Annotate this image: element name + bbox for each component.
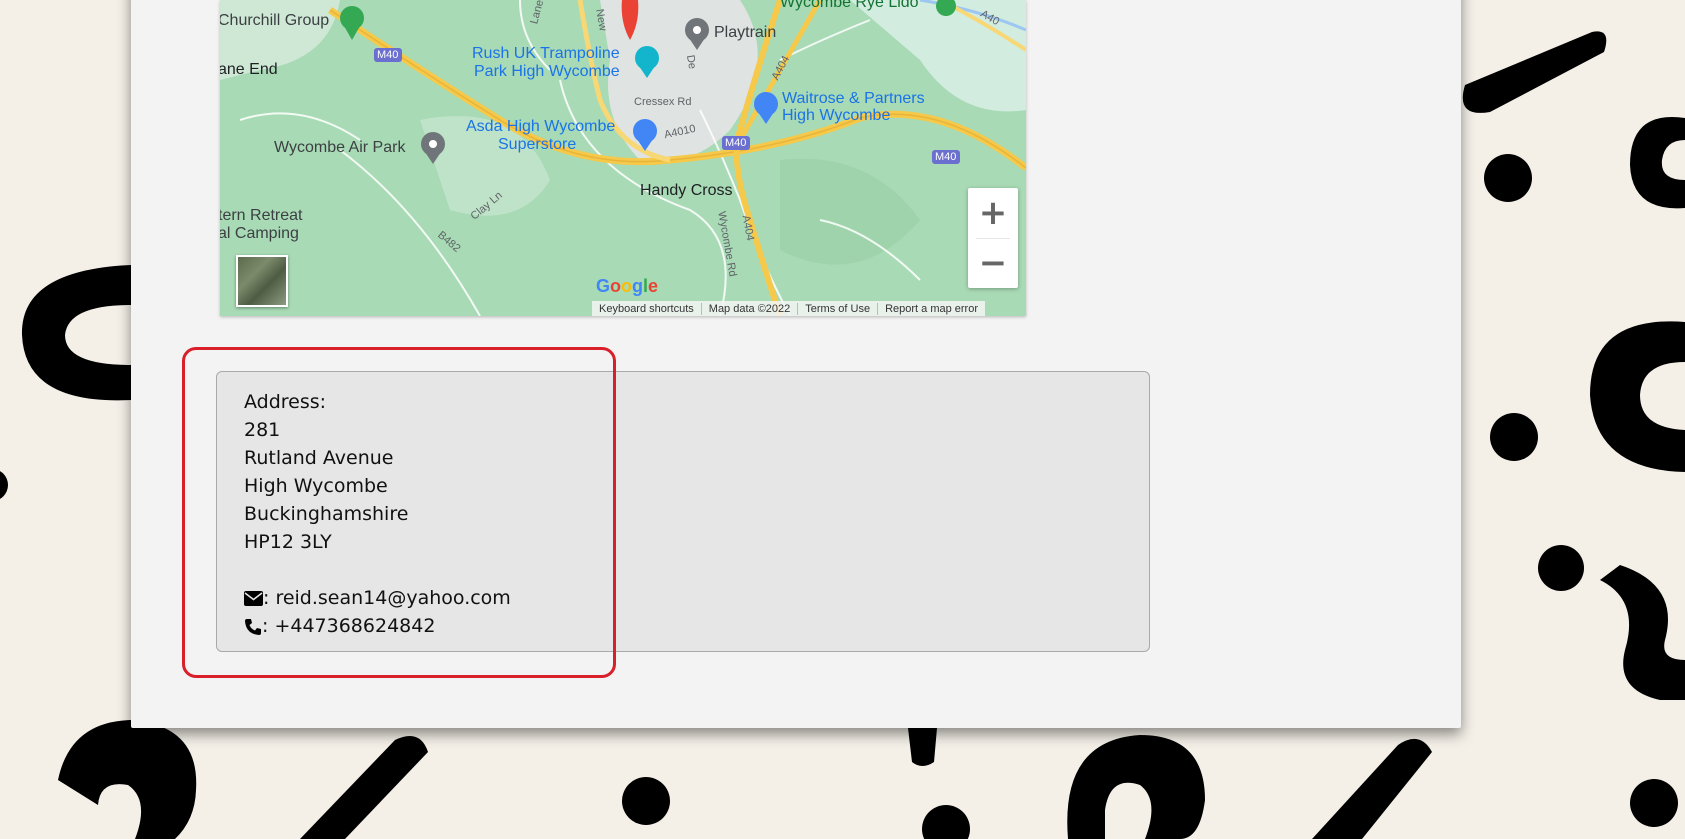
place-handy-cross: Handy Cross [640,182,733,199]
place-playtrain[interactable]: Playtrain [714,24,776,42]
satellite-toggle-button[interactable] [236,255,288,307]
road-m40-b: M40 [725,137,747,149]
place-retreat-line1[interactable]: tern Retreat [220,207,302,225]
place-rush-line1[interactable]: Rush UK Trampoline [472,45,620,63]
report-map-error-link[interactable]: Report a map error [878,303,985,315]
google-map[interactable]: Churchill Group ane End Rush UK Trampoli… [220,0,1026,316]
map-data-label: Map data ©2022 [702,302,799,315]
road-cressex: Cressex Rd [634,96,692,108]
highlight-outline [182,347,616,678]
place-asda-line1[interactable]: Asda High Wycombe [466,118,615,136]
map-base [220,0,1026,316]
zoom-in-button[interactable]: + [968,188,1018,238]
place-churchill-group[interactable]: Churchill Group [220,12,329,30]
place-air-park[interactable]: Wycombe Air Park [274,139,405,157]
terms-of-use-link[interactable]: Terms of Use [798,302,879,315]
zoom-control: + − [968,188,1018,288]
place-retreat-line2[interactable]: al Camping [220,225,299,243]
zoom-out-button[interactable]: − [968,238,1018,288]
place-waitrose-line1[interactable]: Waitrose & Partners [782,90,925,108]
google-logo: Google [596,276,659,296]
place-rush-line2[interactable]: Park High Wycombe [474,63,620,81]
place-lane-end: ane End [220,61,278,78]
place-waitrose-line2[interactable]: High Wycombe [782,107,890,125]
road-m40-a: M40 [377,49,399,61]
road-m40-c: M40 [935,151,957,163]
map-attribution: Keyboard shortcuts Map data ©2022 Terms … [592,301,986,316]
keyboard-shortcuts-link[interactable]: Keyboard shortcuts [592,302,702,315]
place-rye-lido[interactable]: Wycombe Rye Lido [780,0,919,12]
place-asda-line2[interactable]: Superstore [498,136,576,154]
road-de: De [683,54,699,70]
